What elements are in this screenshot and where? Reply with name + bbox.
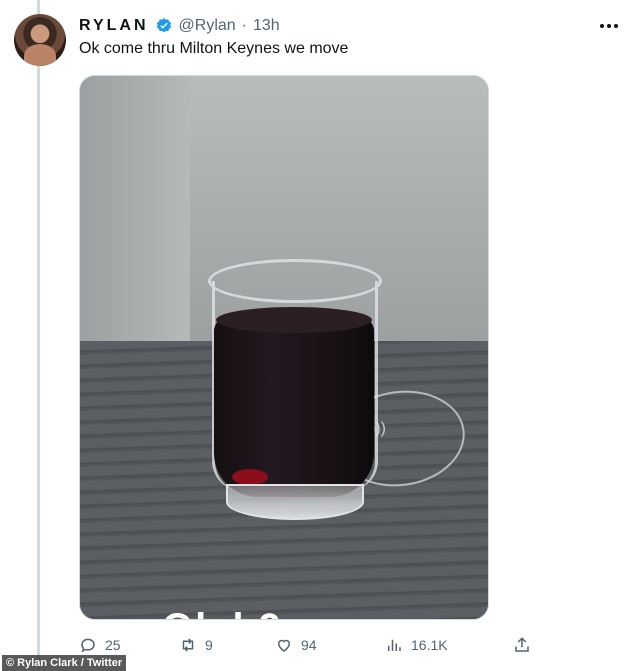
photo-wall-panel	[80, 76, 190, 351]
like-count: 94	[301, 637, 317, 653]
timestamp[interactable]: 13h	[253, 17, 280, 35]
separator-dot: ·	[241, 17, 247, 34]
wine-highlight	[232, 469, 268, 485]
photo-credit: © Rylan Clark / Twitter	[2, 655, 127, 671]
reply-count: 25	[105, 637, 121, 653]
retweet-icon	[182, 638, 194, 652]
glass-rim	[208, 259, 382, 303]
wine-surface	[216, 307, 372, 333]
views-button[interactable]: 16.1K	[385, 632, 448, 658]
wine-glass	[208, 259, 382, 520]
heart-icon	[277, 639, 291, 652]
tweet-header: RYLAN @Rylan · 13h	[79, 15, 280, 37]
like-button[interactable]: 94	[275, 632, 317, 658]
media-caption-overlay: Ok l 9	[162, 606, 283, 619]
more-dots-icon[interactable]	[598, 18, 620, 34]
tweet-media-photo[interactable]: ))) Ok l 9	[79, 75, 489, 620]
views-bar-icon	[388, 639, 401, 651]
tweet-text: Ok come thru Milton Keynes we move	[79, 40, 349, 57]
retweet-count: 9	[205, 637, 213, 653]
share-button[interactable]	[513, 632, 531, 658]
display-name[interactable]: RYLAN	[79, 17, 149, 35]
reply-icon	[81, 638, 95, 653]
glass-base	[226, 484, 364, 520]
verified-badge-icon	[155, 17, 173, 35]
share-icon	[515, 637, 529, 652]
tweet-actions: 25 9 94 16.1K	[79, 632, 539, 658]
handle[interactable]: @Rylan	[179, 17, 236, 35]
views-count: 16.1K	[411, 637, 448, 653]
avatar[interactable]	[14, 14, 66, 66]
tweet[interactable]: RYLAN @Rylan · 13h Ok come thru Milton K…	[0, 0, 634, 671]
retweet-button[interactable]: 9	[179, 632, 213, 658]
